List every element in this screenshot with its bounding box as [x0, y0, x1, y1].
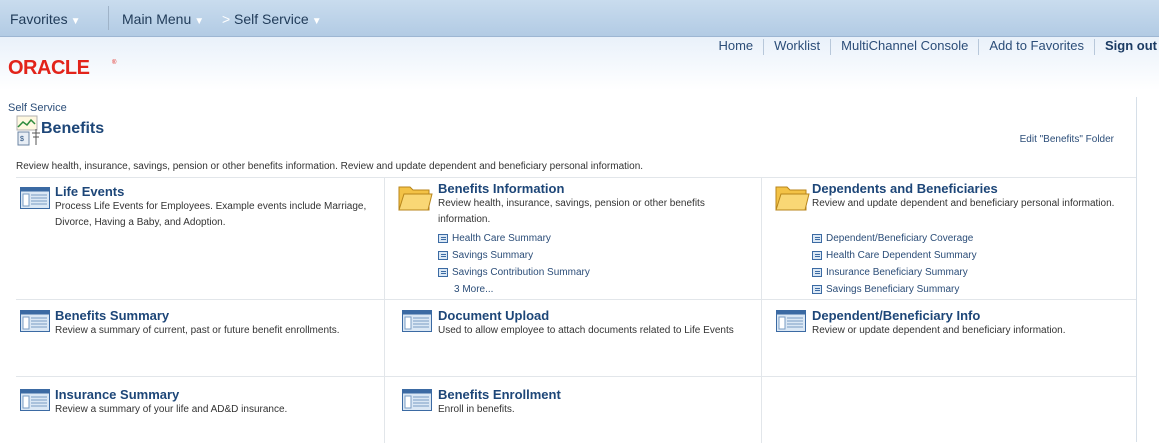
document-upload-item: Document Upload Used to allow employee t…	[384, 299, 761, 376]
benefits-summary-description: Review a summary of current, past or fut…	[55, 325, 340, 336]
sign-out-link[interactable]: Sign out	[1095, 38, 1159, 53]
savings-beneficiary-summary-label: Savings Beneficiary Summary	[826, 284, 960, 295]
dependents-and-beneficiaries-description: Review and update dependent and benefici…	[812, 198, 1115, 209]
savings-beneficiary-summary-link[interactable]: Savings Beneficiary Summary	[812, 284, 959, 295]
benefits-information-link[interactable]: Benefits Information	[438, 181, 564, 196]
chevron-down-icon: ▼	[311, 16, 322, 27]
list-icon	[812, 267, 822, 277]
self-service-label: Self Service	[234, 11, 309, 27]
dependent-beneficiary-info-item: Dependent/Beneficiary Info Review or upd…	[761, 299, 1136, 376]
benefits-enrollment-link[interactable]: Benefits Enrollment	[438, 387, 561, 402]
content-frame: Self Service $ Benefits Edit "Benefits" …	[8, 97, 1137, 443]
list-icon	[812, 284, 822, 294]
svg-text:$: $	[20, 136, 24, 143]
insurance-summary-item: Insurance Summary Review a summary of yo…	[16, 376, 384, 443]
insurance-summary-link[interactable]: Insurance Summary	[55, 387, 179, 402]
page-title: Benefits	[41, 120, 105, 137]
folder-icon	[775, 186, 810, 211]
svg-text:®: ®	[112, 59, 117, 66]
benefits-enrollment-item: Benefits Enrollment Enroll in benefits.	[384, 376, 761, 443]
list-icon	[438, 250, 448, 260]
savings-summary-label: Savings Summary	[452, 250, 534, 261]
document-list-icon	[20, 310, 50, 332]
life-events-link[interactable]: Life Events	[55, 184, 124, 199]
edit-folder-link[interactable]: Edit "Benefits" Folder	[1020, 134, 1114, 145]
document-list-icon	[20, 187, 50, 209]
favorites-menu[interactable]: Favorites ▼	[10, 11, 80, 27]
more-link[interactable]: 3 More...	[454, 284, 493, 295]
life-events-item: Life Events Process Life Events for Empl…	[16, 178, 384, 299]
nav-divider	[108, 6, 109, 30]
dependents-and-beneficiaries-item: Dependents and Beneficiaries Review and …	[761, 178, 1136, 299]
insurance-beneficiary-summary-label: Insurance Beneficiary Summary	[826, 267, 968, 278]
document-upload-description: Used to allow employee to attach documen…	[438, 325, 734, 336]
page-header: ORACLE ® Home Worklist MultiChannel Consol…	[0, 37, 1159, 90]
breadcrumb[interactable]: Self Service	[8, 102, 67, 114]
document-list-icon	[402, 310, 432, 332]
main-menu-label: Main Menu	[122, 11, 192, 27]
savings-summary-link[interactable]: Savings Summary	[438, 250, 533, 261]
top-nav-bar: Favorites ▼ Main Menu ▼ > Self Service ▼	[0, 0, 1159, 37]
benefits-summary-item: Benefits Summary Review a summary of cur…	[16, 299, 384, 376]
worklist-link[interactable]: Worklist	[764, 38, 830, 53]
health-care-summary-label: Health Care Summary	[452, 233, 551, 244]
oracle-logo: ORACLE ®	[8, 57, 117, 77]
multichannel-console-link[interactable]: MultiChannel Console	[831, 38, 978, 53]
breadcrumb-arrow-icon: >	[222, 11, 231, 27]
list-icon	[438, 233, 448, 243]
chevron-down-icon: ▼	[70, 16, 81, 27]
document-list-icon	[776, 310, 806, 332]
dependent-beneficiary-coverage-label: Dependent/Beneficiary Coverage	[826, 233, 974, 244]
list-icon	[812, 250, 822, 260]
favorites-label: Favorites	[10, 11, 68, 27]
insurance-summary-description: Review a summary of your life and AD&D i…	[55, 404, 288, 415]
self-service-menu[interactable]: Self Service ▼	[234, 11, 322, 27]
benefits-enrollment-description: Enroll in benefits.	[438, 404, 515, 415]
main-menu[interactable]: Main Menu ▼	[122, 11, 204, 27]
health-care-dependent-summary-label: Health Care Dependent Summary	[826, 250, 977, 261]
add-to-favorites-link[interactable]: Add to Favorites	[979, 38, 1094, 53]
header-links: Home Worklist MultiChannel Console Add to F…	[708, 38, 1159, 55]
benefits-summary-link[interactable]: Benefits Summary	[55, 308, 169, 323]
list-icon	[438, 267, 448, 277]
savings-contribution-summary-link[interactable]: Savings Contribution Summary	[438, 267, 590, 278]
savings-contribution-summary-label: Savings Contribution Summary	[452, 267, 590, 278]
page-description: Review health, insurance, savings, pensi…	[16, 161, 644, 172]
life-events-description: Process Life Events for Employees. Examp…	[55, 201, 367, 228]
document-list-icon	[402, 389, 432, 411]
insurance-beneficiary-summary-link[interactable]: Insurance Beneficiary Summary	[812, 267, 968, 278]
dependent-beneficiary-info-link[interactable]: Dependent/Beneficiary Info	[812, 308, 980, 323]
document-list-icon	[20, 389, 50, 411]
home-link[interactable]: Home	[708, 38, 763, 53]
dependent-beneficiary-coverage-link[interactable]: Dependent/Beneficiary Coverage	[812, 233, 973, 244]
benefits-grid: Life Events Process Life Events for Empl…	[16, 177, 1136, 443]
dependents-and-beneficiaries-link[interactable]: Dependents and Beneficiaries	[812, 181, 998, 196]
chevron-down-icon: ▼	[194, 16, 205, 27]
benefits-information-item: Benefits Information Review health, insu…	[384, 178, 761, 299]
dependent-beneficiary-info-description: Review or update dependent and beneficia…	[812, 325, 1066, 336]
list-icon	[812, 233, 822, 243]
health-care-dependent-summary-link[interactable]: Health Care Dependent Summary	[812, 250, 977, 261]
folder-icon	[398, 186, 433, 211]
health-care-summary-link[interactable]: Health Care Summary	[438, 233, 551, 244]
document-upload-link[interactable]: Document Upload	[438, 308, 549, 323]
benefits-information-description: Review health, insurance, savings, pensi…	[438, 198, 705, 225]
svg-text:ORACLE: ORACLE	[8, 57, 90, 77]
